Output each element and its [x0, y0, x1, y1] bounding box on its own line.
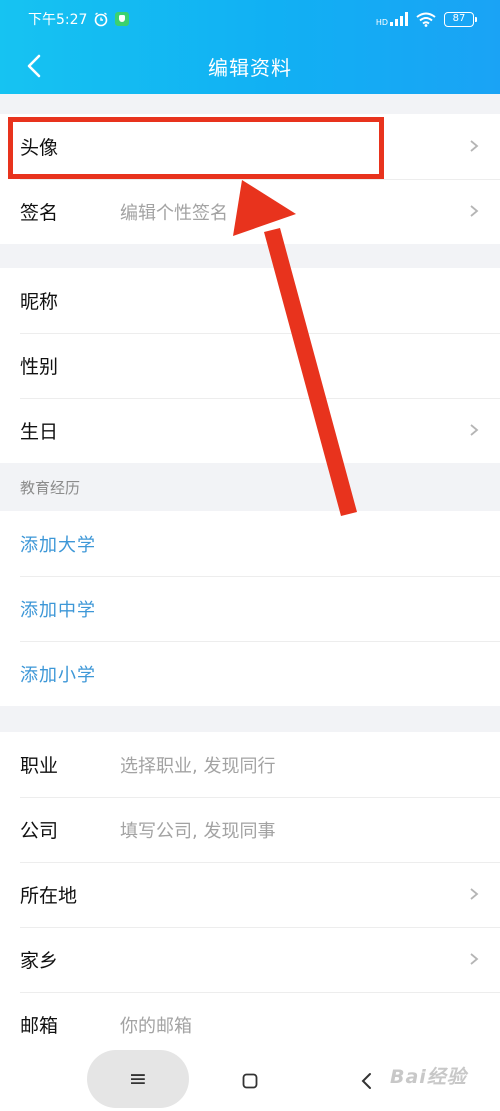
add-middle-school-link[interactable]: 添加中学 [20, 596, 96, 622]
home-icon [242, 1073, 258, 1089]
status-right: HD 87 [375, 11, 477, 27]
occupation-label: 职业 [20, 755, 59, 777]
signature-placeholder: 编辑个性签名 [120, 202, 228, 224]
avatar-row[interactable]: 头像 [0, 114, 500, 179]
add-primary-school-link[interactable]: 添加小学 [20, 661, 96, 687]
avatar-label: 头像 [20, 137, 59, 159]
home-button[interactable] [232, 1063, 268, 1099]
add-middle-school-row[interactable]: 添加中学 [0, 576, 500, 641]
signal-icon [390, 12, 408, 26]
nickname-row[interactable]: 昵称 [0, 268, 500, 333]
birthday-label: 生日 [20, 421, 59, 443]
signature-label: 签名 [20, 202, 59, 224]
network-type: HD [375, 17, 388, 27]
basic-info-group: 头像 签名 编辑个性签名 [0, 114, 500, 244]
nav-bar: 编辑资料 [0, 38, 500, 94]
chevron-right-icon [470, 952, 479, 965]
watermark: Bai经验 [390, 1066, 467, 1088]
nickname-label: 昵称 [20, 291, 59, 313]
shield-icon [115, 12, 130, 26]
hometown-row[interactable]: 家乡 [0, 927, 500, 992]
back-button[interactable] [16, 48, 52, 84]
education-section-title: 教育经历 [20, 479, 81, 497]
chevron-right-icon [470, 139, 479, 152]
work-group: 职业 选择职业, 发现同行 公司 填写公司, 发现同事 所在地 家乡 邮箱 你的… [0, 732, 500, 1057]
company-row[interactable]: 公司 填写公司, 发现同事 [0, 797, 500, 862]
hometown-label: 家乡 [20, 950, 59, 972]
occupation-placeholder: 选择职业, 发现同行 [120, 755, 276, 777]
chevron-right-icon [470, 887, 479, 900]
add-university-row[interactable]: 添加大学 [0, 511, 500, 576]
gender-row[interactable]: 性别 [0, 333, 500, 398]
menu-button[interactable]: ≡ [87, 1050, 189, 1108]
status-left: 下午5:27 [28, 9, 130, 29]
email-placeholder: 你的邮箱 [120, 1015, 192, 1037]
page-title: 编辑资料 [208, 55, 292, 80]
profile-group: 昵称 性别 生日 [0, 268, 500, 463]
chevron-right-icon [470, 423, 479, 436]
location-row[interactable]: 所在地 [0, 862, 500, 927]
chevron-right-icon [470, 204, 479, 217]
signature-row[interactable]: 签名 编辑个性签名 [0, 179, 500, 244]
occupation-row[interactable]: 职业 选择职业, 发现同行 [0, 732, 500, 797]
gender-label: 性别 [20, 356, 59, 378]
system-back-button[interactable] [348, 1063, 384, 1099]
company-placeholder: 填写公司, 发现同事 [120, 820, 276, 842]
app-header: 下午5:27 HD 87 编辑资料 [0, 0, 500, 94]
add-primary-school-row[interactable]: 添加小学 [0, 641, 500, 706]
location-label: 所在地 [20, 885, 78, 907]
company-label: 公司 [20, 820, 59, 842]
back-arrow-icon [361, 1073, 371, 1089]
birthday-row[interactable]: 生日 [0, 398, 500, 463]
status-bar: 下午5:27 HD 87 [0, 0, 500, 38]
status-time: 下午5:27 [28, 12, 88, 28]
battery-icon: 87 [444, 11, 477, 27]
email-label: 邮箱 [20, 1015, 59, 1037]
wifi-icon [416, 12, 436, 27]
add-university-link[interactable]: 添加大学 [20, 531, 96, 557]
education-group: 添加大学 添加中学 添加小学 [0, 511, 500, 706]
clock-icon [95, 12, 108, 27]
back-arrow-icon [27, 54, 41, 78]
menu-icon: ≡ [128, 1066, 148, 1092]
